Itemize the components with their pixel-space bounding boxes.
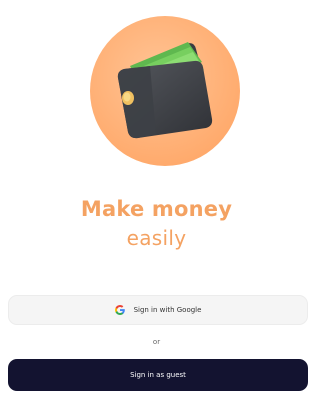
sign-in-guest-button[interactable]: Sign in as guest (8, 359, 308, 391)
wallet-icon (90, 16, 240, 166)
onboarding-screen: Make money easily Sign in with Google or… (0, 0, 313, 400)
wallet-illustration (90, 16, 240, 166)
sign-in-google-button[interactable]: Sign in with Google (8, 295, 308, 325)
google-g-icon (114, 305, 125, 315)
sign-in-google-label: Sign in with Google (133, 306, 202, 314)
headline-title: Make money (80, 197, 233, 221)
headline-subtitle: easily (126, 226, 187, 250)
sign-in-guest-label: Sign in as guest (130, 371, 186, 379)
or-separator: or (152, 338, 161, 346)
